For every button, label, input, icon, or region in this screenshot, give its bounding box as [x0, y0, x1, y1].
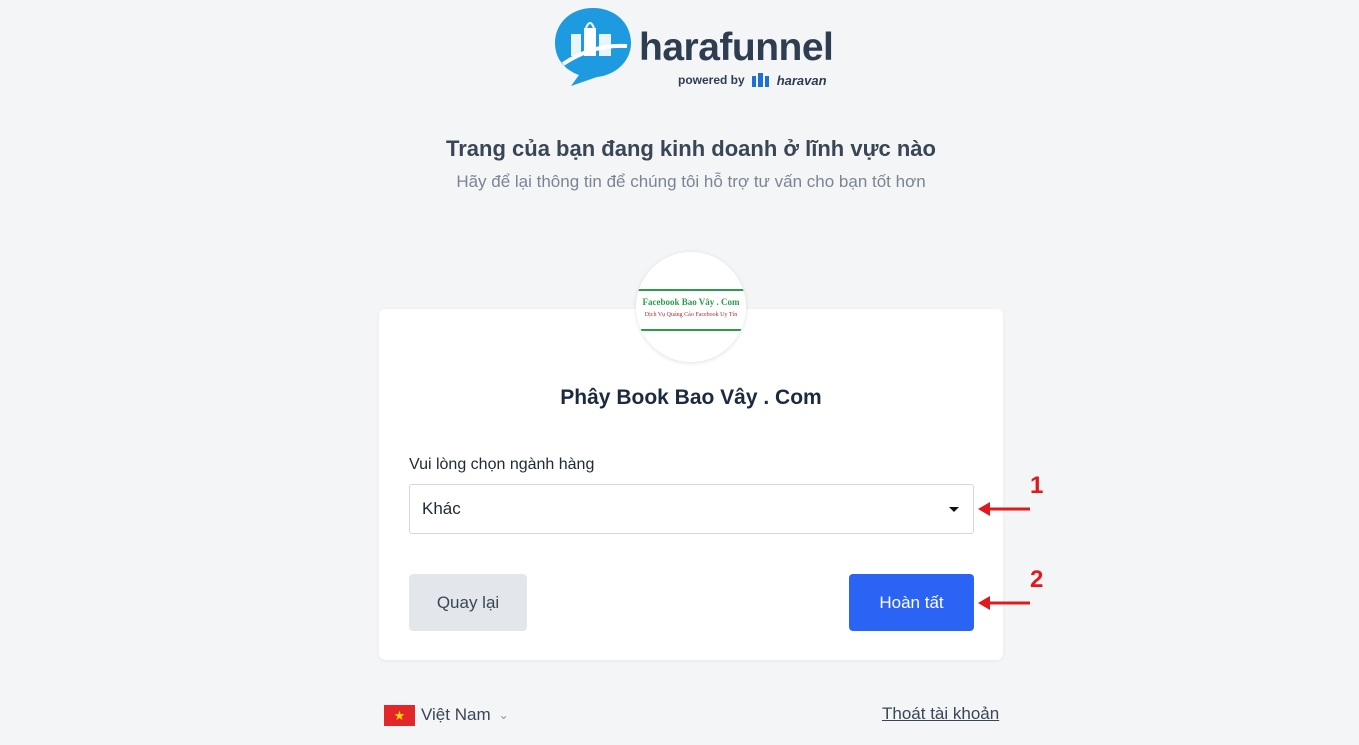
page-name: Phây Book Bao Vây . Com [560, 386, 822, 409]
language-label: Việt Nam [421, 705, 491, 724]
page-avatar: Facebook Bao Vây . Com Dịch Vụ Quảng Cáo… [636, 252, 746, 362]
brand-name: harafunnel [639, 26, 834, 69]
annotation-number-1: 1 [1030, 472, 1044, 499]
page: harafunnel powered by haravan Trang của … [0, 0, 1359, 745]
haravan-logo-icon [751, 73, 769, 87]
powered-by: powered by haravan [678, 72, 827, 88]
logout-link[interactable]: Thoát tài khoản [882, 704, 999, 724]
back-button[interactable]: Quay lại [409, 574, 527, 631]
finish-button[interactable]: Hoàn tất [849, 574, 974, 631]
annotation-arrow-2-icon [978, 596, 1030, 610]
parent-brand-name: haravan [776, 72, 827, 88]
avatar-text-primary: Facebook Bao Vây . Com [642, 297, 740, 307]
industry-select-value: Khác [422, 499, 461, 518]
page-title: Trang của bạn đang kinh doanh ở lĩnh vực… [446, 136, 936, 161]
powered-by-label: powered by [678, 73, 745, 87]
annotation-number-2: 2 [1030, 566, 1044, 593]
language-selector[interactable]: ★ Việt Nam ⌄ [384, 703, 509, 727]
harafunnel-logo: harafunnel powered by haravan [553, 6, 843, 90]
industry-select[interactable]: Khác [409, 484, 974, 534]
industry-label: Vui lòng chọn ngành hàng [409, 456, 595, 473]
chevron-down-icon: ⌄ [498, 708, 509, 722]
caret-down-icon [949, 507, 959, 512]
harafunnel-logo-icon [555, 8, 631, 86]
avatar-banner: Facebook Bao Vây . Com Dịch Vụ Quảng Cáo… [636, 289, 746, 331]
page-subtitle: Hãy để lại thông tin để chúng tôi hỗ trợ… [456, 172, 926, 191]
annotation-arrow-1-icon [978, 502, 1030, 516]
vietnam-flag-icon: ★ [384, 704, 415, 726]
avatar-text-secondary: Dịch Vụ Quảng Cáo Facebook Uy Tín [644, 312, 738, 318]
